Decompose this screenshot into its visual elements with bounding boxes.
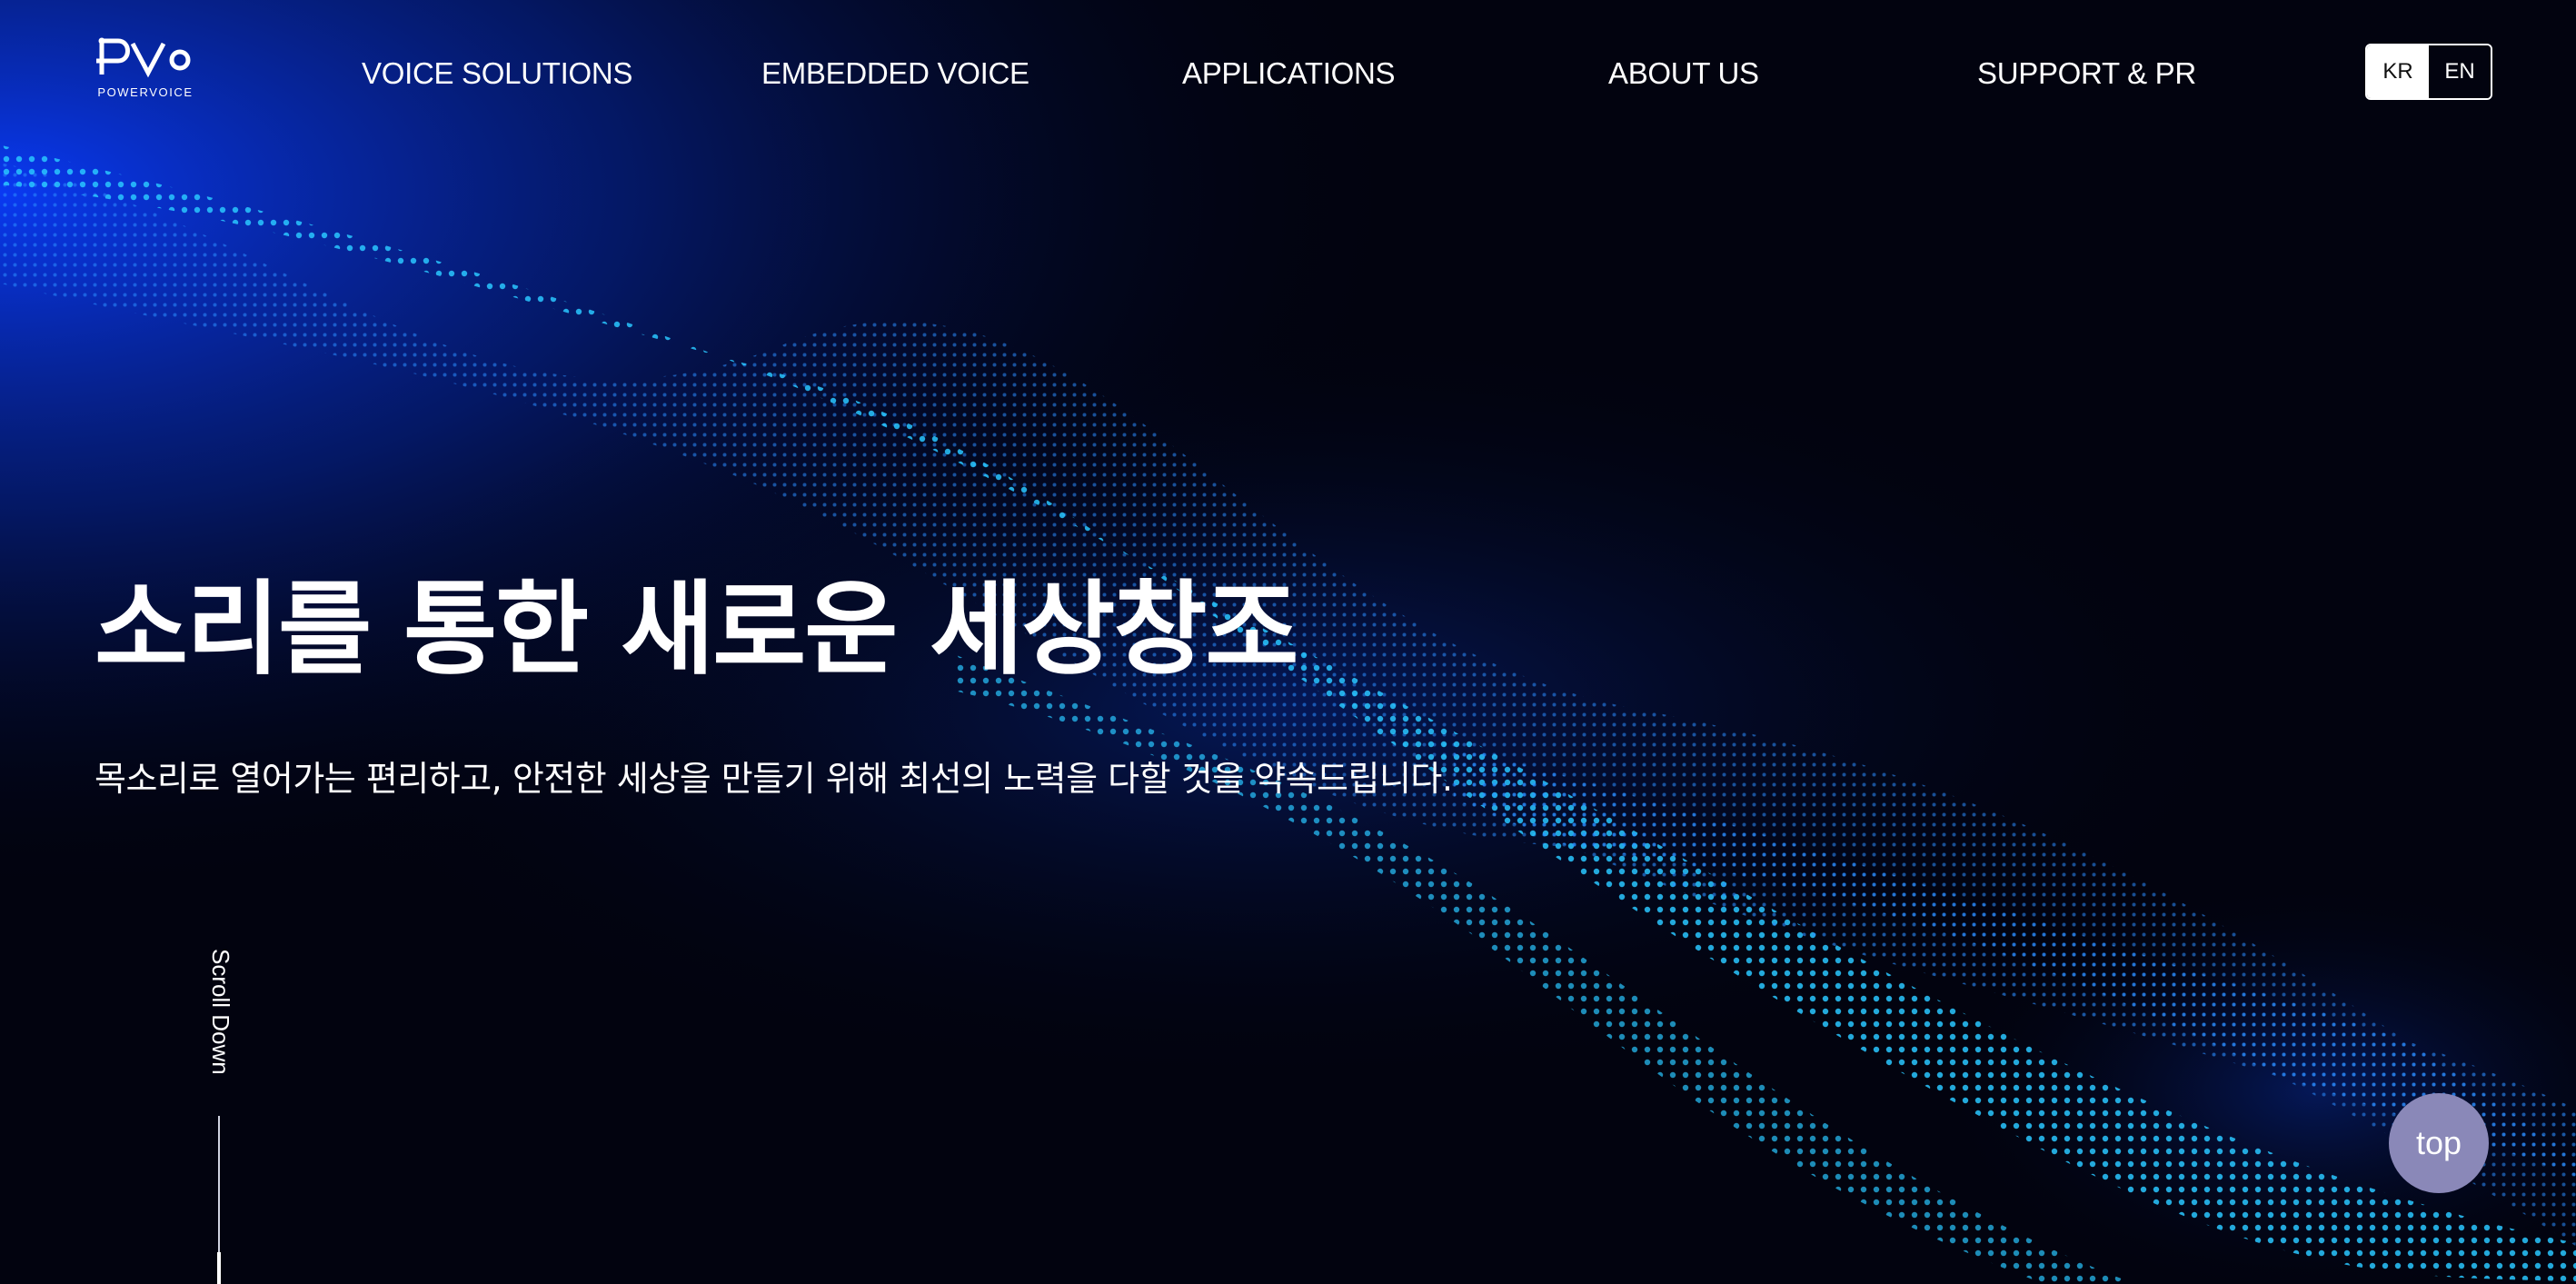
nav-about-us[interactable]: ABOUT US (1608, 56, 1759, 91)
nav-embedded-voice[interactable]: EMBEDDED VOICE (761, 56, 1029, 91)
powervoice-logo[interactable]: POWERVOICE (94, 33, 196, 102)
nav-applications[interactable]: APPLICATIONS (1182, 56, 1395, 91)
pvo-logo-mark (96, 37, 191, 78)
language-toggle: KR EN (2365, 44, 2492, 100)
lang-en-button[interactable]: EN (2429, 45, 2491, 98)
lang-kr-button[interactable]: KR (2367, 45, 2429, 98)
back-to-top-button[interactable]: top (2389, 1093, 2489, 1193)
scroll-indicator-progress (217, 1252, 221, 1284)
hero-subtitle: 목소리로 열어가는 편리하고, 안전한 세상을 만들기 위해 최선의 노력을 다… (94, 759, 1453, 799)
nav-support-pr[interactable]: SUPPORT & PR (1977, 56, 2196, 91)
scroll-down-label: Scroll Down (207, 949, 234, 1075)
logo-subtext: POWERVOICE (97, 85, 194, 99)
hero-title: 소리를 통한 새로운 세상창조 (94, 571, 1298, 689)
nav-voice-solutions[interactable]: VOICE SOLUTIONS (362, 56, 632, 91)
